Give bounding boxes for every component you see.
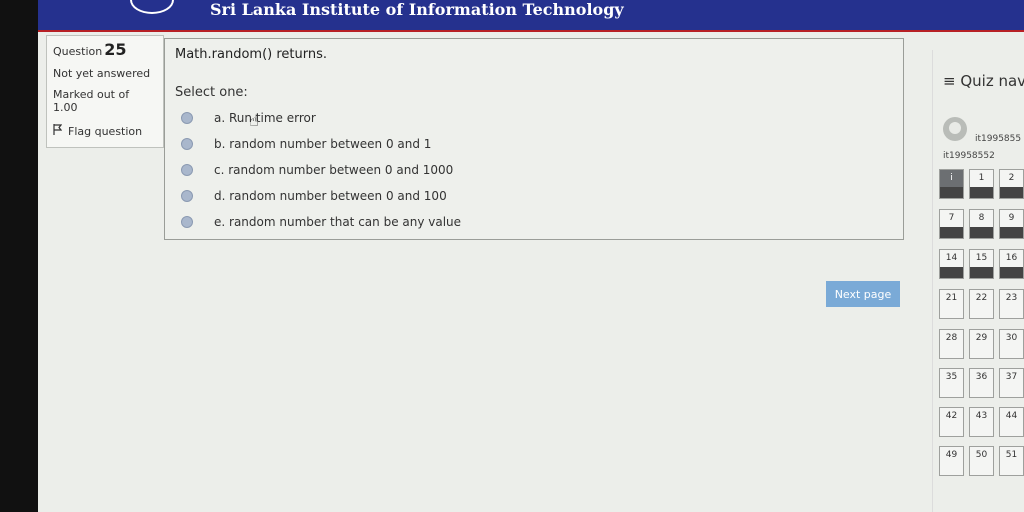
question-nav-button[interactable]: 14 <box>939 249 964 279</box>
question-nav-number: 7 <box>948 213 955 223</box>
question-nav-number: i <box>950 173 953 183</box>
question-nav-number: 2 <box>1008 173 1015 183</box>
answered-indicator <box>970 267 993 278</box>
question-nav-button[interactable]: 44 <box>999 407 1024 437</box>
radio-button[interactable] <box>181 190 193 202</box>
select-one-prompt: Select one: <box>175 85 248 100</box>
question-info-panel: Question 25 Not yet answered Marked out … <box>46 35 164 148</box>
answer-options: a. Run time error ☝ b. random number bet… <box>181 105 461 235</box>
question-nav-button[interactable]: 29 <box>969 329 994 359</box>
question-nav-button[interactable]: 43 <box>969 407 994 437</box>
question-nav-number: 43 <box>975 411 988 421</box>
question-nav-number: 8 <box>978 213 985 223</box>
question-label-text: Question <box>53 45 103 58</box>
question-nav-number: 23 <box>1005 293 1018 303</box>
answer-option-b[interactable]: b. random number between 0 and 1 <box>181 131 461 157</box>
question-nav-button[interactable]: 22 <box>969 289 994 319</box>
flag-icon <box>53 124 63 138</box>
quiz-navigation-title: ≡ Quiz nav <box>943 72 1024 90</box>
institute-name: Sri Lanka Institute of Information Techn… <box>210 0 624 19</box>
user-id-secondary: it19958552 <box>943 151 995 161</box>
question-nav-button[interactable]: 2 <box>999 169 1024 199</box>
answer-label: c. random number between 0 and 1000 <box>214 163 454 177</box>
answer-option-e[interactable]: e. random number that can be any value <box>181 209 461 235</box>
question-marks: 1.00 <box>53 101 78 114</box>
answered-indicator <box>1000 227 1023 238</box>
question-nav-button[interactable]: i <box>939 169 964 199</box>
question-nav-button[interactable]: 7 <box>939 209 964 239</box>
question-nav-number: 50 <box>975 450 988 460</box>
user-avatar-icon <box>943 117 967 141</box>
answer-option-d[interactable]: d. random number between 0 and 100 <box>181 183 461 209</box>
flag-question-label: Flag question <box>68 124 143 138</box>
question-nav-number: 51 <box>1005 450 1018 460</box>
question-nav-button[interactable]: 49 <box>939 446 964 476</box>
question-text: Math.random() returns. <box>175 47 328 62</box>
screen: Sri Lanka Institute of Information Techn… <box>38 0 1024 512</box>
question-nav-button[interactable]: 1 <box>969 169 994 199</box>
question-nav-number: 42 <box>945 411 958 421</box>
answer-label: e. random number that can be any value <box>214 215 462 229</box>
question-nav-number: 28 <box>945 333 958 343</box>
question-nav-button[interactable]: 37 <box>999 368 1024 398</box>
quiz-navigation-panel: ≡ Quiz nav it1995855 it19958552 i 1 2 7 8 9 14… <box>932 50 1024 512</box>
answered-indicator <box>1000 187 1023 198</box>
answer-label: a. Run time error <box>214 111 316 125</box>
question-number: 25 <box>104 40 127 59</box>
question-nav-number: 29 <box>975 333 988 343</box>
question-nav-button[interactable]: 30 <box>999 329 1024 359</box>
question-nav-number: 21 <box>945 293 958 303</box>
question-nav-button[interactable]: 51 <box>999 446 1024 476</box>
radio-button[interactable] <box>181 216 193 228</box>
question-label: Question 25 <box>53 40 163 59</box>
answer-label: d. random number between 0 and 100 <box>214 189 447 203</box>
question-nav-button[interactable]: 21 <box>939 289 964 319</box>
question-nav-button[interactable]: 35 <box>939 368 964 398</box>
question-nav-button[interactable]: 8 <box>969 209 994 239</box>
answer-label: b. random number between 0 and 1 <box>214 137 432 151</box>
question-box: Math.random() returns. Select one: a. Ru… <box>164 38 904 240</box>
answered-indicator <box>940 187 963 198</box>
answered-indicator <box>1000 267 1023 278</box>
question-nav-button[interactable]: 36 <box>969 368 994 398</box>
hand-cursor-icon: ☝ <box>249 111 259 130</box>
radio-button[interactable] <box>181 138 193 150</box>
marked-out-of: Marked out of 1.00 <box>53 88 163 114</box>
question-status: Not yet answered <box>53 67 151 80</box>
question-nav-number: 22 <box>975 293 988 303</box>
question-nav-number: 35 <box>945 372 958 382</box>
next-page-button[interactable]: Next page <box>826 281 900 307</box>
question-nav-number: 15 <box>975 253 988 263</box>
question-nav-button[interactable]: 16 <box>999 249 1024 279</box>
site-banner: Sri Lanka Institute of Information Techn… <box>38 0 1024 32</box>
question-nav-number: 49 <box>945 450 958 460</box>
marked-out-of-label: Marked out of <box>53 88 130 101</box>
question-nav-button[interactable]: 42 <box>939 407 964 437</box>
user-id: it1995855 <box>975 134 1022 144</box>
question-nav-number: 36 <box>975 372 988 382</box>
answered-indicator <box>970 227 993 238</box>
question-nav-button[interactable]: 50 <box>969 446 994 476</box>
radio-button[interactable] <box>181 112 193 124</box>
question-nav-button[interactable]: 23 <box>999 289 1024 319</box>
question-nav-button[interactable]: 28 <box>939 329 964 359</box>
question-nav-number: 30 <box>1005 333 1018 343</box>
question-nav-number: 37 <box>1005 372 1018 382</box>
question-nav-number: 14 <box>945 253 958 263</box>
institute-logo <box>130 0 174 14</box>
question-nav-number: 9 <box>1008 213 1015 223</box>
flag-question-button[interactable]: Flag question <box>53 124 163 138</box>
answer-option-c[interactable]: c. random number between 0 and 1000 <box>181 157 461 183</box>
answered-indicator <box>940 227 963 238</box>
answered-indicator <box>940 267 963 278</box>
question-nav-button[interactable]: 9 <box>999 209 1024 239</box>
question-nav-number: 44 <box>1005 411 1018 421</box>
answered-indicator <box>970 187 993 198</box>
answer-option-a[interactable]: a. Run time error ☝ <box>181 105 461 131</box>
question-nav-number: 16 <box>1005 253 1018 263</box>
question-nav-number: 1 <box>978 173 985 183</box>
question-nav-button[interactable]: 15 <box>969 249 994 279</box>
radio-button[interactable] <box>181 164 193 176</box>
